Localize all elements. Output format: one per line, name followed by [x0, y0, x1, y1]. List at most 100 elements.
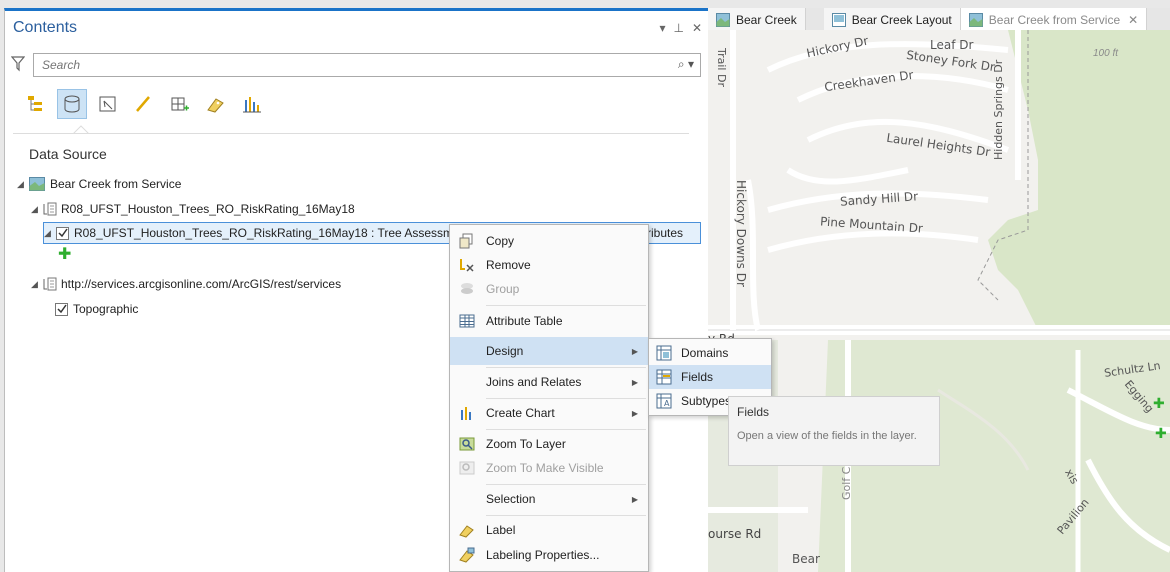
tab-close-icon[interactable]: ✕ — [1128, 13, 1138, 27]
tree-row-source2[interactable]: ◢ http://services.arcgisonline.com/ArcGI… — [31, 273, 341, 295]
tree-row-source1[interactable]: ◢ R08_UFST_Houston_Trees_RO_RiskRating_1… — [31, 198, 355, 220]
layout-icon — [831, 13, 846, 27]
submenu-item-fields[interactable]: Fields — [649, 365, 771, 389]
map-name: Bear Creek from Service — [50, 177, 182, 191]
menu-item-label: Remove — [486, 258, 531, 272]
section-heading: Data Source — [29, 146, 107, 162]
layer-context-menu: Copy Remove Group Attribute Table Design… — [449, 224, 649, 572]
collapse-caret-icon[interactable]: ◢ — [17, 179, 29, 190]
map-label: ourse Rd — [708, 527, 762, 541]
list-by-selection-icon[interactable] — [93, 89, 123, 119]
map-icon — [968, 13, 983, 27]
menu-item-label: Selection — [486, 492, 536, 506]
map-canvas[interactable]: ✚ ✚ — [708, 30, 1170, 572]
domains-icon — [655, 344, 673, 362]
map-label: Hickory Downs Dr — [734, 180, 748, 287]
menu-item-labeling-properties[interactable]: Labeling Properties... — [450, 541, 648, 569]
tree-row-basemap[interactable]: Topographic — [55, 298, 138, 320]
contents-toolbar — [21, 89, 267, 119]
map-label: Bear — [792, 552, 820, 566]
plus-symbol-icon: ✚ — [58, 246, 72, 263]
tab-label: Bear Creek from Service — [988, 13, 1121, 27]
basemap-visibility-checkbox[interactable] — [55, 302, 68, 316]
pane-pin-icon[interactable]: ⊥ — [673, 21, 683, 35]
search-box: ⌕ ▾ — [33, 53, 701, 77]
layer-name: R08_UFST_Houston_Trees_RO_RiskRating_16M… — [74, 226, 476, 240]
map-view-tabs: Bear Creek Bear Creek Layout Bear Creek … — [708, 8, 1170, 32]
menu-item-label: Joins and Relates — [486, 375, 582, 389]
menu-item-label: Zoom To Make Visible — [486, 461, 604, 475]
data-source-icon — [43, 202, 57, 216]
menu-item-create-chart[interactable]: Create Chart ▶ — [450, 399, 648, 427]
data-source-name: R08_UFST_Houston_Trees_RO_RiskRating_16M… — [61, 202, 355, 216]
collapse-caret-icon[interactable]: ◢ — [31, 204, 43, 215]
menu-item-label: Create Chart — [486, 406, 555, 420]
menu-item-group[interactable]: Group — [450, 275, 648, 303]
menu-item-zoom-to-make-visible[interactable]: Zoom To Make Visible — [450, 454, 648, 482]
menu-item-label-toggle[interactable]: Label — [450, 516, 648, 544]
map-icon — [716, 13, 730, 27]
submenu-item-domains[interactable]: Domains — [649, 341, 771, 365]
menu-item-label: Copy — [486, 234, 515, 248]
layer-visibility-checkbox[interactable] — [56, 226, 69, 240]
collapse-caret-icon[interactable]: ◢ — [31, 279, 43, 290]
table-icon — [458, 312, 476, 330]
tab-bear-creek-layout[interactable]: Bear Creek Layout — [823, 8, 961, 32]
list-by-charts-icon[interactable] — [237, 89, 267, 119]
toolbar-divider — [13, 133, 689, 134]
data-source-url: http://services.arcgisonline.com/ArcGIS/… — [61, 277, 342, 291]
list-by-drawing-order-icon[interactable] — [21, 89, 51, 119]
menu-item-selection[interactable]: Selection ▶ — [450, 485, 648, 513]
menu-item-attribute-table[interactable]: Attribute Table — [450, 307, 648, 335]
tooltip-body: Open a view of the fields in the layer. — [737, 430, 917, 442]
map-label: Hidden Springs Dr — [992, 59, 1005, 160]
basemap-name: Topographic — [73, 302, 139, 316]
plus-marker-icon: ✚ — [1153, 395, 1165, 411]
pane-close-icon[interactable]: ✕ — [692, 21, 702, 35]
submenu-arrow-icon: ▶ — [631, 494, 638, 504]
map-view[interactable]: ✚ ✚ Hickory Dr Leaf Dr Stoney Fork Dr Cr… — [708, 30, 1170, 572]
data-source-icon — [43, 277, 57, 291]
tree-row-symbol[interactable]: ✚ — [58, 243, 71, 265]
search-input[interactable] — [34, 54, 654, 76]
search-icon[interactable]: ⌕ ▾ — [678, 57, 694, 72]
tab-label: Bear Creek Layout — [851, 13, 952, 27]
menu-item-label: Fields — [681, 370, 714, 384]
menu-item-design[interactable]: Design ▶ — [450, 337, 648, 365]
list-by-labeling-icon[interactable] — [201, 89, 231, 119]
menu-item-joins-and-relates[interactable]: Joins and Relates ▶ — [450, 368, 648, 396]
map-icon — [29, 177, 45, 191]
pane-menu-icon[interactable]: ▾ — [659, 21, 665, 35]
filter-icon[interactable] — [11, 56, 25, 72]
layer-name-tail: ributes — [647, 226, 684, 240]
fields-icon — [655, 368, 673, 386]
submenu-arrow-icon: ▶ — [631, 346, 638, 356]
tab-label: Bear Creek — [736, 13, 797, 27]
collapse-caret-icon[interactable]: ◢ — [44, 228, 56, 239]
tab-bear-creek-from-service[interactable]: Bear Creek from Service ✕ — [960, 8, 1148, 32]
map-label: Trail Dr — [715, 48, 728, 87]
tree-row-map[interactable]: ◢ Bear Creek from Service — [17, 173, 181, 195]
tab-bear-creek[interactable]: Bear Creek — [708, 8, 806, 32]
label-icon — [458, 521, 476, 539]
pane-title: Contents — [13, 19, 78, 36]
submenu-arrow-icon: ▶ — [631, 408, 638, 418]
list-by-data-source-icon[interactable] — [57, 89, 87, 119]
chart-icon — [458, 404, 476, 422]
menu-item-label: Label — [486, 523, 516, 537]
submenu-arrow-icon: ▶ — [631, 377, 638, 387]
menu-item-label: Group — [486, 282, 520, 296]
map-label: 100 ft — [1093, 48, 1119, 59]
blank-icon — [458, 373, 476, 391]
pane-controls: ▾ ⊥ ✕ — [659, 21, 702, 35]
tooltip-title: Fields — [737, 405, 770, 419]
remove-icon — [458, 256, 476, 274]
list-by-snapping-icon[interactable] — [165, 89, 195, 119]
fields-tooltip: Fields Open a view of the fields in the … — [728, 396, 940, 466]
menu-item-label: Subtypes — [681, 394, 732, 408]
copy-icon — [458, 232, 476, 250]
zoom-visible-icon — [458, 459, 476, 477]
group-icon — [458, 280, 476, 298]
list-by-editing-icon[interactable] — [129, 89, 159, 119]
labeling-properties-icon — [458, 546, 476, 564]
